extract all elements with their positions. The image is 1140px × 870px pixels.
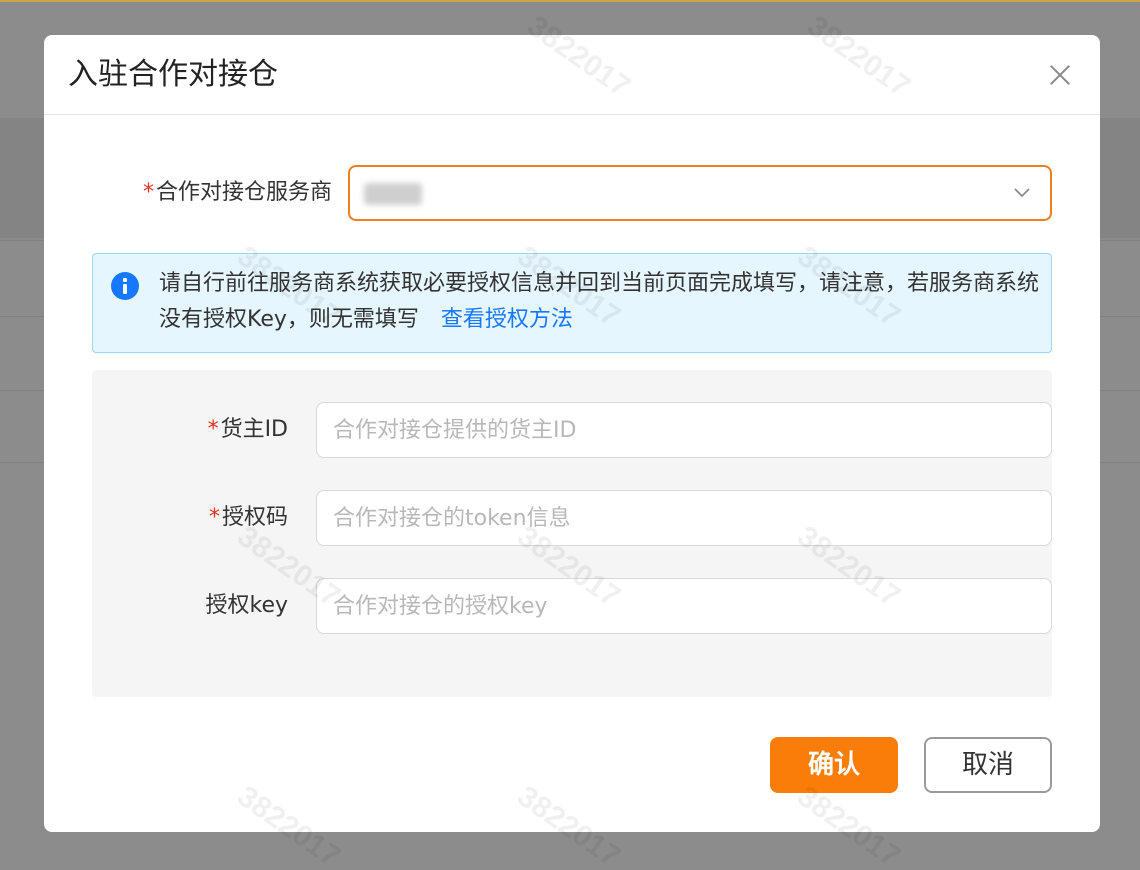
owner-id-label: *货主ID <box>92 415 288 445</box>
credentials-panel: *货主ID *授权码 授权key <box>92 370 1052 697</box>
auth-key-label: 授权key <box>92 591 288 621</box>
required-mark: * <box>142 180 154 205</box>
confirm-button[interactable]: 确认 <box>770 737 898 793</box>
auth-code-label: *授权码 <box>92 503 288 533</box>
join-warehouse-dialog: 入驻合作对接仓 *合作对接仓服务商 请自行前往服务商系统获取必要授权信息并回到当… <box>44 35 1100 832</box>
owner-id-label-text: 货主ID <box>220 417 288 442</box>
dialog-title: 入驻合作对接仓 <box>68 57 278 92</box>
provider-select[interactable] <box>348 165 1052 221</box>
auth-key-input[interactable] <box>316 578 1052 634</box>
auth-key-label-text: 授权key <box>205 593 288 618</box>
chevron-down-icon <box>1014 188 1030 198</box>
background-topbar <box>0 0 1140 2</box>
owner-id-input[interactable] <box>316 402 1052 458</box>
provider-label-text: 合作对接仓服务商 <box>155 180 332 205</box>
info-alert: 请自行前往服务商系统获取必要授权信息并回到当前页面完成填写，请注意，若服务商系统… <box>92 253 1052 353</box>
alert-message: 请自行前往服务商系统获取必要授权信息并回到当前页面完成填写，请注意，若服务商系统… <box>159 271 1040 332</box>
alert-text: 请自行前往服务商系统获取必要授权信息并回到当前页面完成填写，请注意，若服务商系统… <box>159 266 1039 338</box>
redacted-value-mask <box>364 183 422 205</box>
dialog-header: 入驻合作对接仓 <box>44 35 1100 115</box>
provider-label: *合作对接仓服务商 <box>112 178 332 208</box>
view-auth-method-link[interactable]: 查看授权方法 <box>441 307 573 332</box>
auth-code-input[interactable] <box>316 490 1052 546</box>
auth-code-label-text: 授权码 <box>221 505 288 530</box>
required-mark: * <box>207 417 219 442</box>
cancel-button[interactable]: 取消 <box>924 737 1052 793</box>
info-icon <box>111 272 139 300</box>
required-mark: * <box>208 505 220 530</box>
close-icon[interactable] <box>1044 59 1076 91</box>
